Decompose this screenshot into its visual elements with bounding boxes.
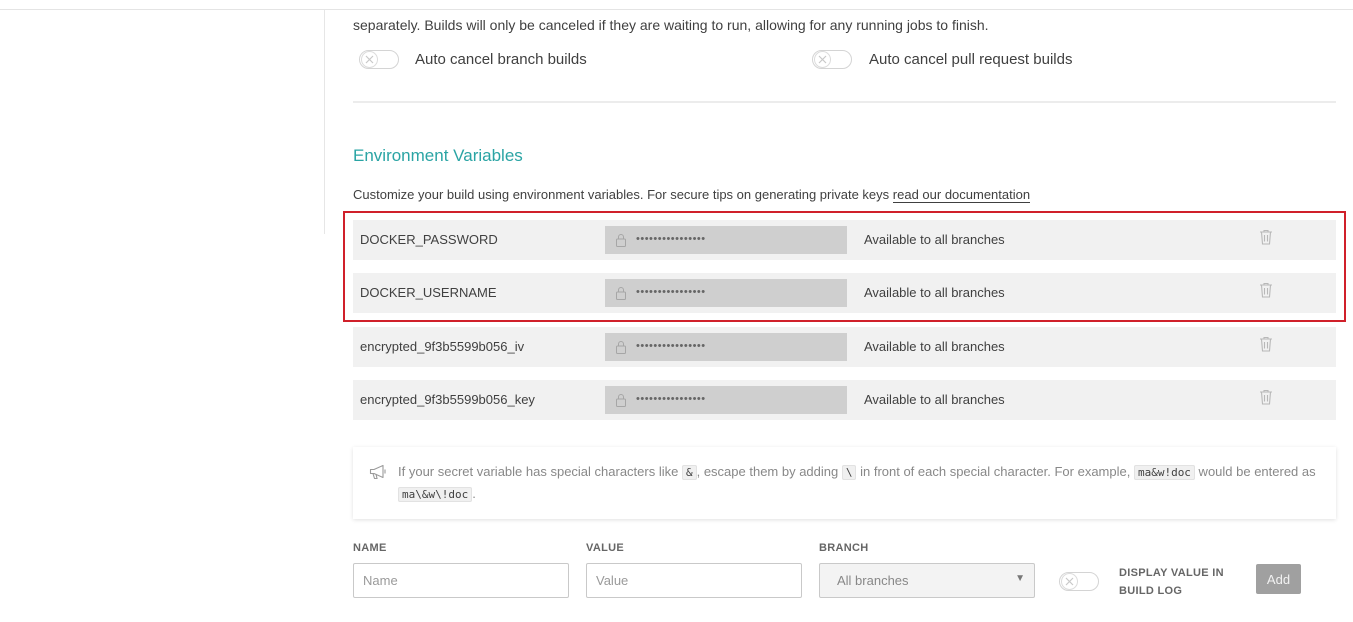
x-icon	[361, 51, 378, 68]
env-var-masked-value: ••••••••••••••••	[636, 286, 706, 298]
name-input[interactable]	[353, 563, 569, 598]
env-var-row: DOCKER_USERNAME •••••••••••••••• Availab…	[353, 273, 1336, 313]
name-field-label: NAME	[353, 542, 387, 554]
special-characters-notice: If your secret variable has special char…	[353, 447, 1336, 519]
trash-icon[interactable]	[1259, 336, 1273, 352]
code-snippet: \	[841, 465, 857, 480]
env-var-value: ••••••••••••••••	[605, 279, 847, 307]
megaphone-icon	[369, 464, 386, 480]
auto-cancel-pr-label: Auto cancel pull request builds	[869, 51, 1073, 68]
sidebar-divider	[324, 10, 325, 234]
env-var-value: ••••••••••••••••	[605, 386, 847, 414]
env-var-value: ••••••••••••••••	[605, 333, 847, 361]
env-var-row: encrypted_9f3b5599b056_iv ••••••••••••••…	[353, 327, 1336, 367]
x-icon	[814, 51, 831, 68]
section-divider	[353, 101, 1336, 103]
documentation-link[interactable]: read our documentation	[892, 187, 1031, 203]
env-var-branch: Available to all branches	[864, 232, 1005, 247]
auto-cancel-branch-label: Auto cancel branch builds	[415, 51, 587, 68]
trash-icon[interactable]	[1259, 282, 1273, 298]
env-var-branch: Available to all branches	[864, 339, 1005, 354]
notice-text: If your secret variable has special char…	[398, 464, 1316, 502]
x-icon	[1061, 573, 1078, 590]
lock-icon	[616, 287, 626, 300]
env-var-name: encrypted_9f3b5599b056_key	[360, 392, 535, 407]
env-var-name: DOCKER_USERNAME	[360, 285, 497, 300]
env-var-branch: Available to all branches	[864, 392, 1005, 407]
display-value-label: DISPLAY VALUE IN BUILD LOG	[1119, 567, 1224, 597]
env-var-masked-value: ••••••••••••••••	[636, 393, 706, 405]
env-var-branch: Available to all branches	[864, 285, 1005, 300]
env-var-name: encrypted_9f3b5599b056_iv	[360, 339, 525, 354]
env-section-title: Environment Variables	[353, 146, 523, 165]
caret-down-icon: ▼	[1015, 573, 1025, 584]
branch-field-label: BRANCH	[819, 542, 869, 554]
trash-icon[interactable]	[1259, 229, 1273, 245]
branch-select[interactable]: All branches ▼	[819, 563, 1035, 598]
code-snippet: &	[681, 465, 697, 480]
lock-icon	[616, 234, 626, 247]
trash-icon[interactable]	[1259, 389, 1273, 405]
branch-select-value: All branches	[837, 573, 909, 588]
env-section-description: Customize your build using environment v…	[353, 187, 1031, 203]
auto-cancel-branch-toggle[interactable]	[359, 50, 399, 69]
env-var-row: encrypted_9f3b5599b056_key •••••••••••••…	[353, 380, 1336, 420]
value-field-label: VALUE	[586, 542, 624, 554]
env-var-value: ••••••••••••••••	[605, 226, 847, 254]
auto-cancel-description: separately. Builds will only be canceled…	[353, 17, 989, 33]
env-var-row: DOCKER_PASSWORD •••••••••••••••• Availab…	[353, 220, 1336, 260]
value-input[interactable]	[586, 563, 802, 598]
lock-icon	[616, 394, 626, 407]
env-var-name: DOCKER_PASSWORD	[360, 232, 498, 247]
display-value-toggle[interactable]	[1059, 572, 1099, 591]
env-var-masked-value: ••••••••••••••••	[636, 233, 706, 245]
lock-icon	[616, 341, 626, 354]
add-button[interactable]: Add	[1256, 564, 1301, 594]
code-snippet: ma\&w\!doc	[398, 487, 473, 502]
auto-cancel-pr-toggle[interactable]	[812, 50, 852, 69]
env-var-masked-value: ••••••••••••••••	[636, 340, 706, 352]
code-snippet: ma&w!doc	[1133, 465, 1195, 480]
